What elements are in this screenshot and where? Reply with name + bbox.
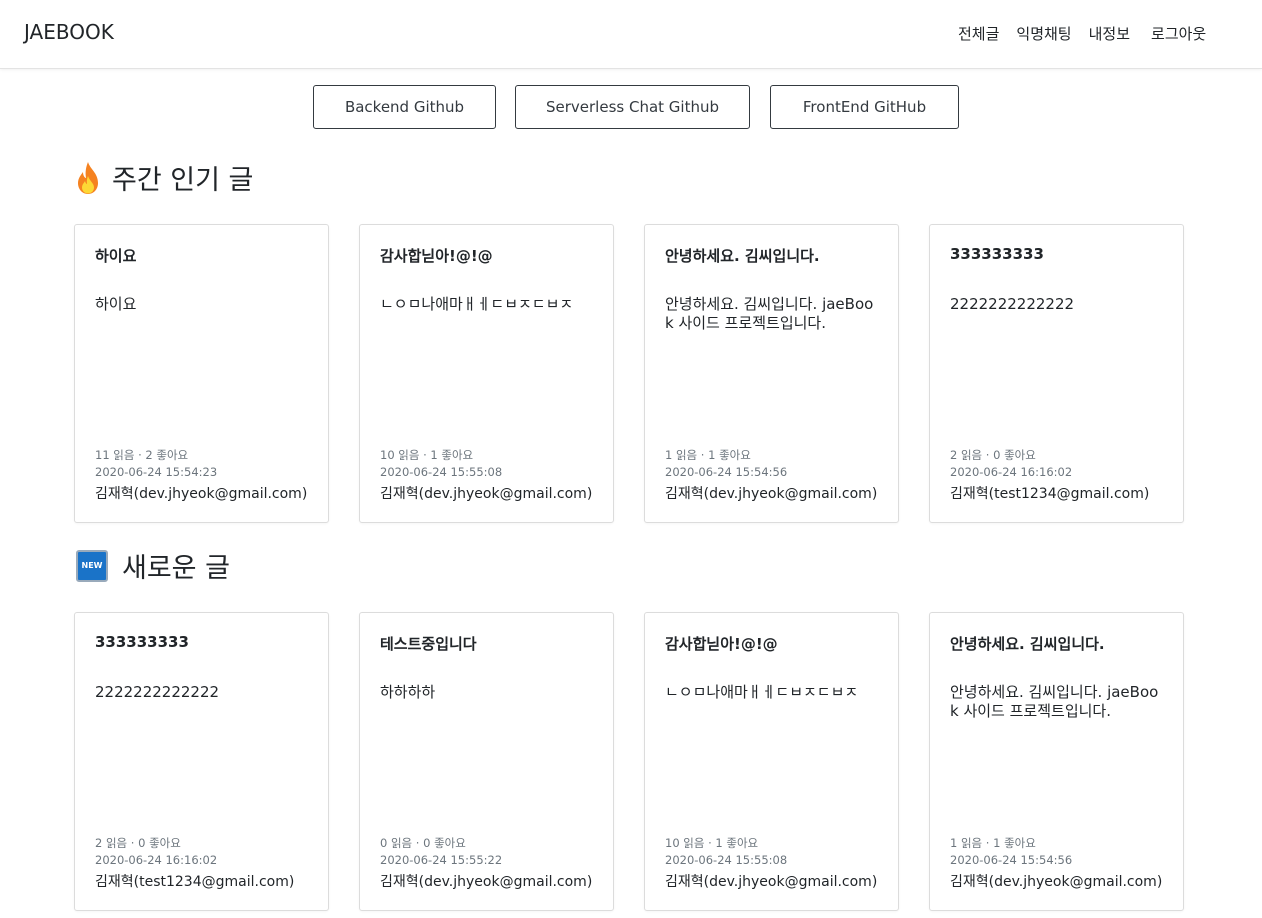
post-content: ㄴㅇㅁ나애마ㅐㅔㄷㅂㅈㄷㅂㅈ: [665, 683, 859, 701]
nav-link-all-posts[interactable]: 전체글: [958, 23, 999, 44]
post-stats: 10 읽음 · 1 좋아요: [665, 836, 759, 850]
post-stats: 2 읽음 · 0 좋아요: [95, 836, 181, 850]
post-content: 2222222222222: [95, 683, 220, 701]
post-date: 2020-06-24 15:55:08: [380, 465, 503, 479]
post-date: 2020-06-24 15:55:22: [380, 853, 503, 867]
post-stats: 0 읽음 · 0 좋아요: [380, 836, 466, 850]
post-date: 2020-06-24 15:54:56: [665, 465, 788, 479]
github-button-row: Backend Github Serverless Chat Github Fr…: [0, 85, 1262, 131]
post-title: 감사합닏아!@!@: [665, 635, 778, 653]
newest-section-title: NEW 새로운 글: [76, 546, 230, 585]
post-stats: 1 읽음 · 1 좋아요: [950, 836, 1036, 850]
post-author: 김재혁(dev.jhyeok@gmail.com): [380, 486, 593, 502]
post-author: 김재혁(dev.jhyeok@gmail.com): [950, 874, 1163, 890]
post-author: 김재혁(dev.jhyeok@gmail.com): [380, 874, 593, 890]
post-card[interactable]: 안녕하세요. 김씨입니다. 안녕하세요. 김씨입니다. jaeBook 사이드 프…: [929, 612, 1184, 911]
post-card[interactable]: 안녕하세요. 김씨입니다. 안녕하세요. 김씨입니다. jaeBook 사이드 프…: [644, 224, 899, 523]
post-date: 2020-06-24 16:16:02: [950, 465, 1073, 479]
new-icon: NEW: [76, 549, 108, 582]
nav-link-logout[interactable]: 로그아웃: [1151, 23, 1206, 44]
post-stats: 1 읽음 · 1 좋아요: [665, 448, 751, 462]
post-author: 김재혁(dev.jhyeok@gmail.com): [665, 874, 878, 890]
backend-github-button[interactable]: Backend Github: [313, 85, 496, 129]
post-card[interactable]: 333333333 2222222222222 2 읽음 · 0 좋아요 2020-0…: [74, 612, 329, 911]
post-title: 안녕하세요. 김씨입니다.: [665, 247, 820, 265]
post-stats: 10 읽음 · 1 좋아요: [380, 448, 474, 462]
popular-section-title-text: 주간 인기 글: [112, 165, 254, 196]
post-title: 333333333: [95, 633, 189, 651]
post-author: 김재혁(dev.jhyeok@gmail.com): [95, 486, 308, 502]
post-date: 2020-06-24 15:54:23: [95, 465, 218, 479]
post-date: 2020-06-24 15:55:08: [665, 853, 788, 867]
popular-section-title: 주간 인기 글: [74, 158, 253, 197]
navbar: JAEBOOK 전체글 익명채팅 내정보 로그아웃: [0, 0, 1262, 69]
fire-icon: [78, 161, 98, 194]
post-card[interactable]: 감사합닏아!@!@ ㄴㅇㅁ나애마ㅐㅔㄷㅂㅈㄷㅂㅈ 10 읽음 · 1 좋아요 2020…: [359, 224, 614, 523]
nav-link-anonymous-chat[interactable]: 익명채팅: [1016, 23, 1071, 44]
post-date: 2020-06-24 15:54:56: [950, 853, 1073, 867]
post-author: 김재혁(dev.jhyeok@gmail.com): [665, 486, 878, 502]
post-title: 333333333: [950, 245, 1044, 263]
frontend-github-button[interactable]: FrontEnd GitHub: [770, 85, 959, 129]
post-card[interactable]: 하이요 하이요 11 읽음 · 2 좋아요 2020-06-24 15:54:23 김재…: [74, 224, 329, 523]
post-title: 하이요: [95, 247, 137, 265]
post-content: 안녕하세요. 김씨입니다. jaeBook 사이드 프로젝트입니다.: [950, 683, 1159, 720]
post-title: 안녕하세요. 김씨입니다.: [950, 635, 1105, 653]
post-card[interactable]: 테스트중입니다하하하하 0 읽음 · 0 좋아요 2020-06-24 15:55:…: [359, 612, 614, 911]
post-card[interactable]: 333333333 2222222222222 2 읽음 · 0 좋아요 2020-0…: [929, 224, 1184, 523]
post-content: ㄴㅇㅁ나애마ㅐㅔㄷㅂㅈㄷㅂㅈ: [380, 295, 574, 313]
post-content: 2222222222222: [950, 295, 1075, 313]
post-stats: 11 읽음 · 2 좋아요: [95, 448, 189, 462]
nav-links: 전체글 익명채팅 내정보 로그아웃: [958, 23, 1206, 44]
post-stats: 2 읽음 · 0 좋아요: [950, 448, 1036, 462]
post-content: 안녕하세요. 김씨입니다. jaeBook 사이드 프로젝트입니다.: [665, 295, 874, 332]
post-content: 하이요: [95, 295, 137, 313]
post-author: 김재혁(test1234@gmail.com): [95, 874, 295, 890]
post-title: 테스트중입니다: [380, 635, 477, 653]
brand-logo[interactable]: JAEBOOK: [24, 20, 114, 44]
post-title: 감사합닏아!@!@: [380, 247, 493, 265]
nav-link-my-info[interactable]: 내정보: [1089, 23, 1130, 44]
post-card[interactable]: 감사합닏아!@!@ ㄴㅇㅁ나애마ㅐㅔㄷㅂㅈㄷㅂㅈ 10 읽음 · 1 좋아요 2020…: [644, 612, 899, 911]
post-author: 김재혁(test1234@gmail.com): [950, 486, 1150, 502]
post-content: 하하하하: [380, 683, 436, 701]
serverless-chat-github-button[interactable]: Serverless Chat Github: [515, 85, 750, 129]
newest-section-title-text: 새로운 글: [122, 553, 230, 584]
post-date: 2020-06-24 16:16:02: [95, 853, 218, 867]
